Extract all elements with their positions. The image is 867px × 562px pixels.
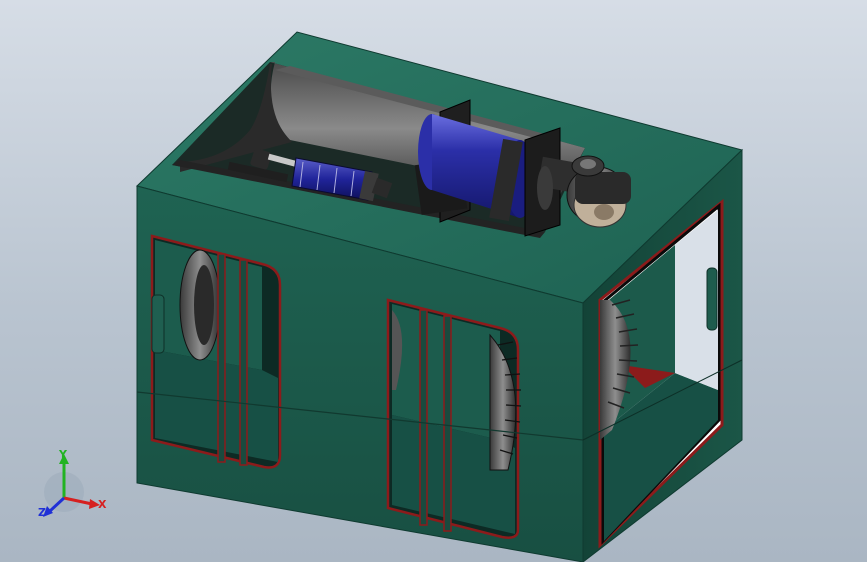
- axis-x-label: X: [98, 498, 107, 511]
- cad-viewport[interactable]: Y X Z: [0, 0, 867, 562]
- axis-z-label: Z: [38, 506, 46, 519]
- axis-triad: Y X Z: [38, 448, 107, 519]
- front-latch: [151, 294, 165, 354]
- side-latch: [706, 267, 718, 331]
- cad-model-canvas: Y X Z: [38, 31, 743, 562]
- axis-y-label: Y: [58, 448, 68, 461]
